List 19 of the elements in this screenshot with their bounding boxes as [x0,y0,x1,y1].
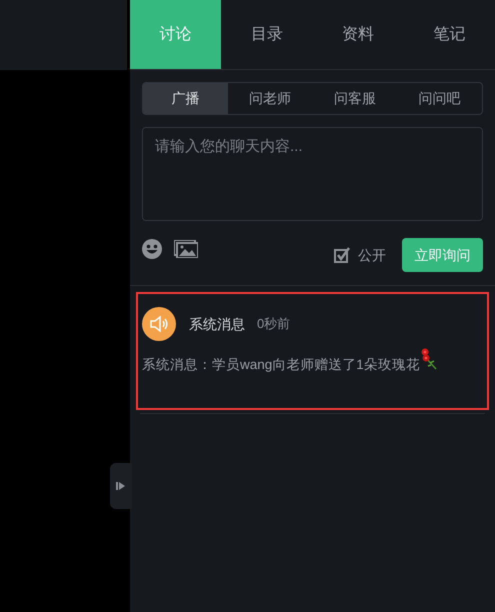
sub-tab[interactable]: 问问吧 [397,83,482,114]
expand-handle[interactable] [110,463,132,509]
sub-tab[interactable]: 广播 [143,83,228,114]
chat-input[interactable]: 请输入您的聊天内容... [142,127,483,221]
tab[interactable]: 目录 [221,0,312,69]
message-time: 0秒前 [257,315,290,334]
tab[interactable]: 资料 [312,0,404,69]
checkbox[interactable] [334,247,350,263]
sender-name: 系统消息 [189,314,245,334]
speaker-icon [149,315,169,333]
public-label: 公开 [358,246,386,264]
sub-tab[interactable]: 问客服 [312,83,398,114]
smiley-icon[interactable] [142,239,162,259]
message-text: 系统消息：学员wang向老师赠送了1朵玫瑰花 [142,356,420,374]
play-icon [116,481,126,491]
sub-tab[interactable]: 问老师 [228,83,312,114]
rose-icon [420,348,438,370]
image-icon[interactable] [174,240,198,258]
tab[interactable]: 笔记 [404,0,495,69]
